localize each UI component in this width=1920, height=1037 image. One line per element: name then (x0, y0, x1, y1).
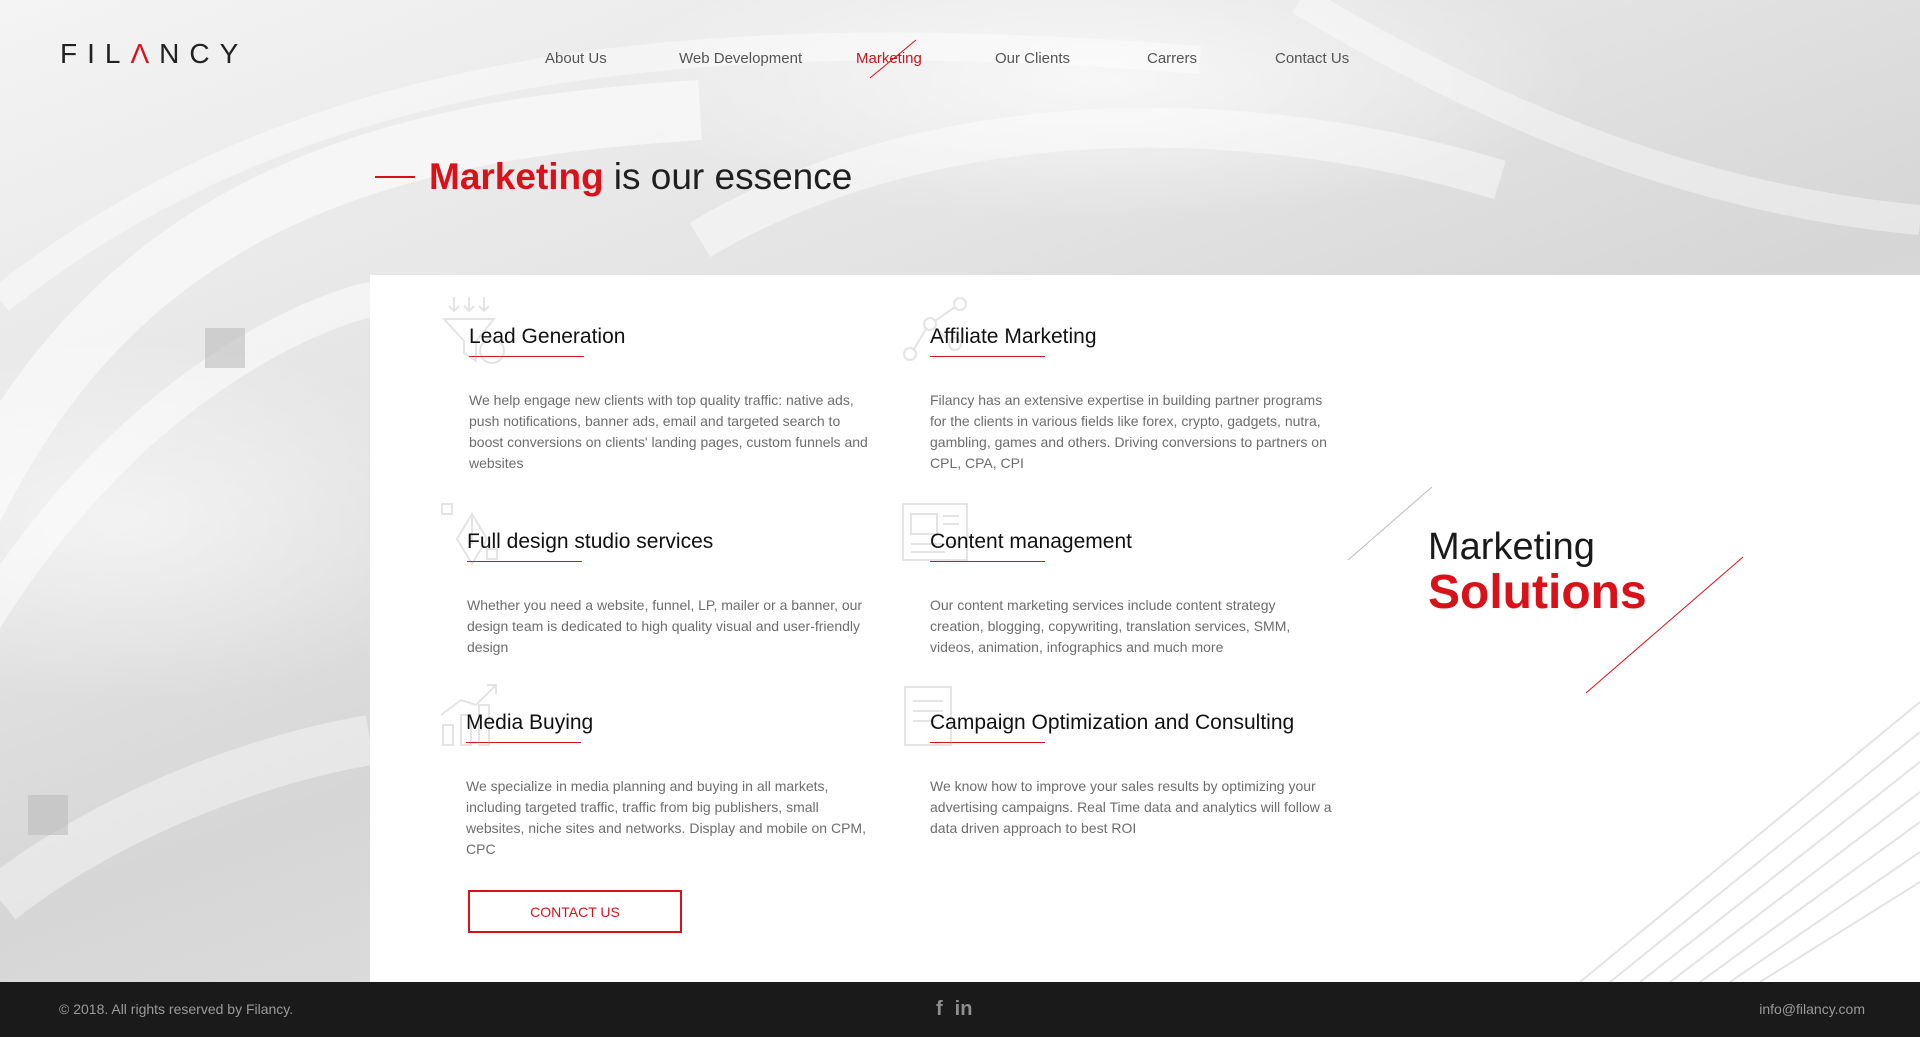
service-content-management: Content management Our content marketing… (902, 503, 1330, 658)
nav-marketing[interactable]: Marketing (856, 50, 922, 67)
solutions-line-1: Marketing (1428, 526, 1595, 568)
service-title: Content management (930, 530, 1132, 553)
main-nav: About Us Web Development Marketing Our C… (0, 39, 1920, 79)
hero-heading: Marketing is our essence (375, 156, 852, 198)
hero-highlight: Marketing (429, 156, 604, 197)
nav-web-development[interactable]: Web Development (679, 50, 802, 67)
service-title: Media Buying (466, 711, 594, 734)
service-media-buying: Media Buying We specialize in media plan… (440, 684, 866, 860)
service-description: We know how to improve your sales result… (930, 778, 1332, 836)
marketing-solutions-heading: Marketing Solutions (1428, 525, 1647, 617)
service-design-studio: Full design studio services Whether you … (441, 503, 867, 658)
nav-our-clients[interactable]: Our Clients (995, 50, 1070, 67)
service-description: Whether you need a website, funnel, LP, … (467, 597, 863, 655)
hero-rest: is our essence (613, 156, 853, 197)
service-title: Lead Generation (469, 325, 626, 348)
copyright-text: © 2018. All rights reserved by Filancy. (59, 1001, 294, 1017)
linkedin-icon[interactable]: in (955, 998, 973, 1021)
service-lead-generation: Lead Generation We help engage new clien… (441, 297, 869, 474)
service-description: We specialize in media planning and buyi… (466, 778, 866, 857)
service-description: We help engage new clients with top qual… (469, 392, 868, 471)
service-campaign-optimization: Campaign Optimization and Consulting We … (904, 686, 1350, 839)
nav-contact-us[interactable]: Contact Us (1275, 50, 1349, 67)
contact-us-button[interactable]: CONTACT US (468, 890, 682, 933)
service-affiliate-marketing: Affiliate Marketing Filancy has an exten… (903, 297, 1330, 474)
service-title: Campaign Optimization and Consulting (930, 711, 1295, 734)
footer: © 2018. All rights reserved by Filancy. … (0, 982, 1920, 1037)
nav-about-us[interactable]: About Us (545, 50, 607, 67)
solutions-line-2: Solutions (1428, 566, 1647, 619)
facebook-icon[interactable]: f (936, 998, 943, 1021)
footer-email-link[interactable]: info@filancy.com (1759, 1001, 1865, 1017)
service-title: Affiliate Marketing (930, 325, 1097, 348)
nav-carrers[interactable]: Carrers (1147, 50, 1197, 67)
service-title: Full design studio services (467, 530, 714, 553)
service-description: Our content marketing services include c… (930, 597, 1291, 655)
hero-dash (375, 176, 415, 178)
social-links: f in (936, 998, 972, 1021)
service-description: Filancy has an extensive expertise in bu… (930, 392, 1327, 471)
